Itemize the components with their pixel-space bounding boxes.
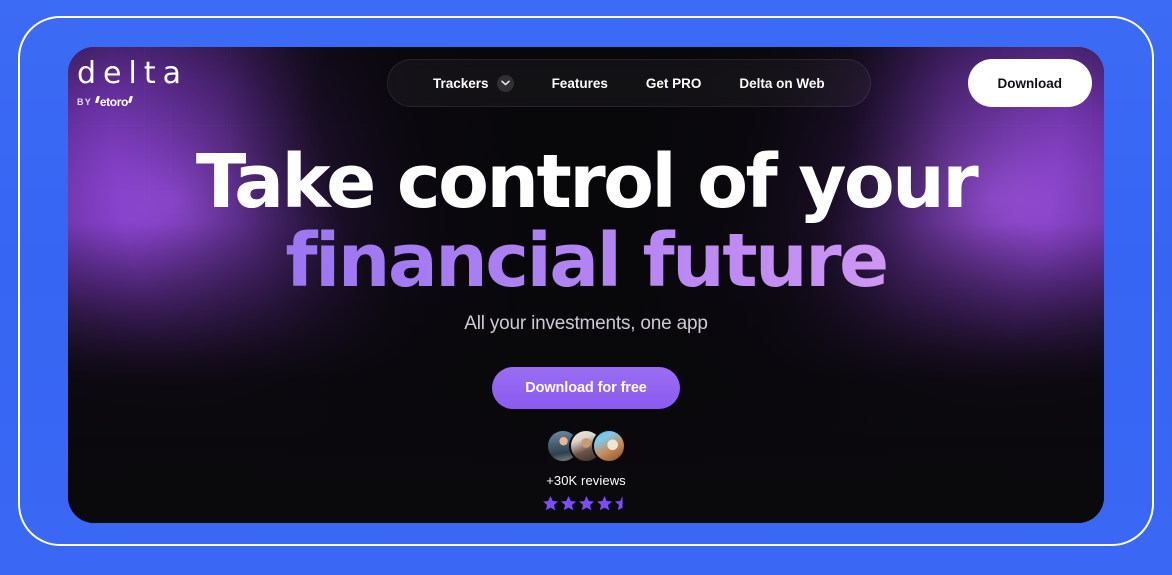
nav-item-label: Get PRO: [645, 75, 702, 91]
download-for-free-button[interactable]: Download for free: [492, 367, 680, 409]
star-icon-full: [542, 496, 558, 511]
avatar: [592, 429, 626, 463]
hero-subtitle: All your investments, one app: [464, 313, 708, 334]
etoro-wordmark: etoro: [94, 95, 133, 109]
star-icon-full: [596, 496, 612, 511]
reviewer-avatar-group: [546, 429, 626, 463]
chevron-down-icon[interactable]: [496, 74, 514, 92]
hero-card: delta BY etoro Trackers Features Get PRO…: [68, 47, 1104, 523]
nav-item-label: Features: [551, 75, 608, 91]
headline-line-2: financial future: [68, 222, 1104, 302]
social-proof: +30K reviews: [68, 429, 1104, 512]
header-download-button[interactable]: Download: [967, 59, 1092, 107]
nav-item-features[interactable]: Features: [533, 76, 627, 91]
nav-item-trackers[interactable]: Trackers: [414, 74, 533, 92]
reviews-count-label: +30K reviews: [546, 473, 626, 488]
brand-logo-subline: BY etoro: [77, 95, 188, 109]
etoro-tick-right-icon: [127, 96, 133, 103]
nav-item-delta-on-web[interactable]: Delta on Web: [720, 76, 843, 91]
star-icon-full: [578, 496, 594, 511]
star-icon-full: [560, 496, 576, 511]
star-icon-half: [614, 496, 622, 511]
page-title: Take control of your financial future: [68, 139, 1104, 302]
brand-logo-wordmark: delta: [77, 56, 188, 91]
etoro-wordmark-text: etoro: [99, 95, 128, 109]
main-navigation: Trackers Features Get PRO Delta on Web: [387, 59, 871, 107]
brand-by-label: BY: [77, 97, 92, 107]
brand-logo[interactable]: delta BY etoro: [77, 56, 188, 110]
nav-item-get-pro[interactable]: Get PRO: [627, 76, 721, 91]
cta-container: Download for free: [68, 367, 1104, 409]
nav-item-label: Delta on Web: [739, 75, 825, 91]
nav-item-label: Trackers: [433, 75, 489, 91]
headline-line-1: Take control of your: [195, 139, 979, 225]
star-rating: [542, 495, 631, 512]
